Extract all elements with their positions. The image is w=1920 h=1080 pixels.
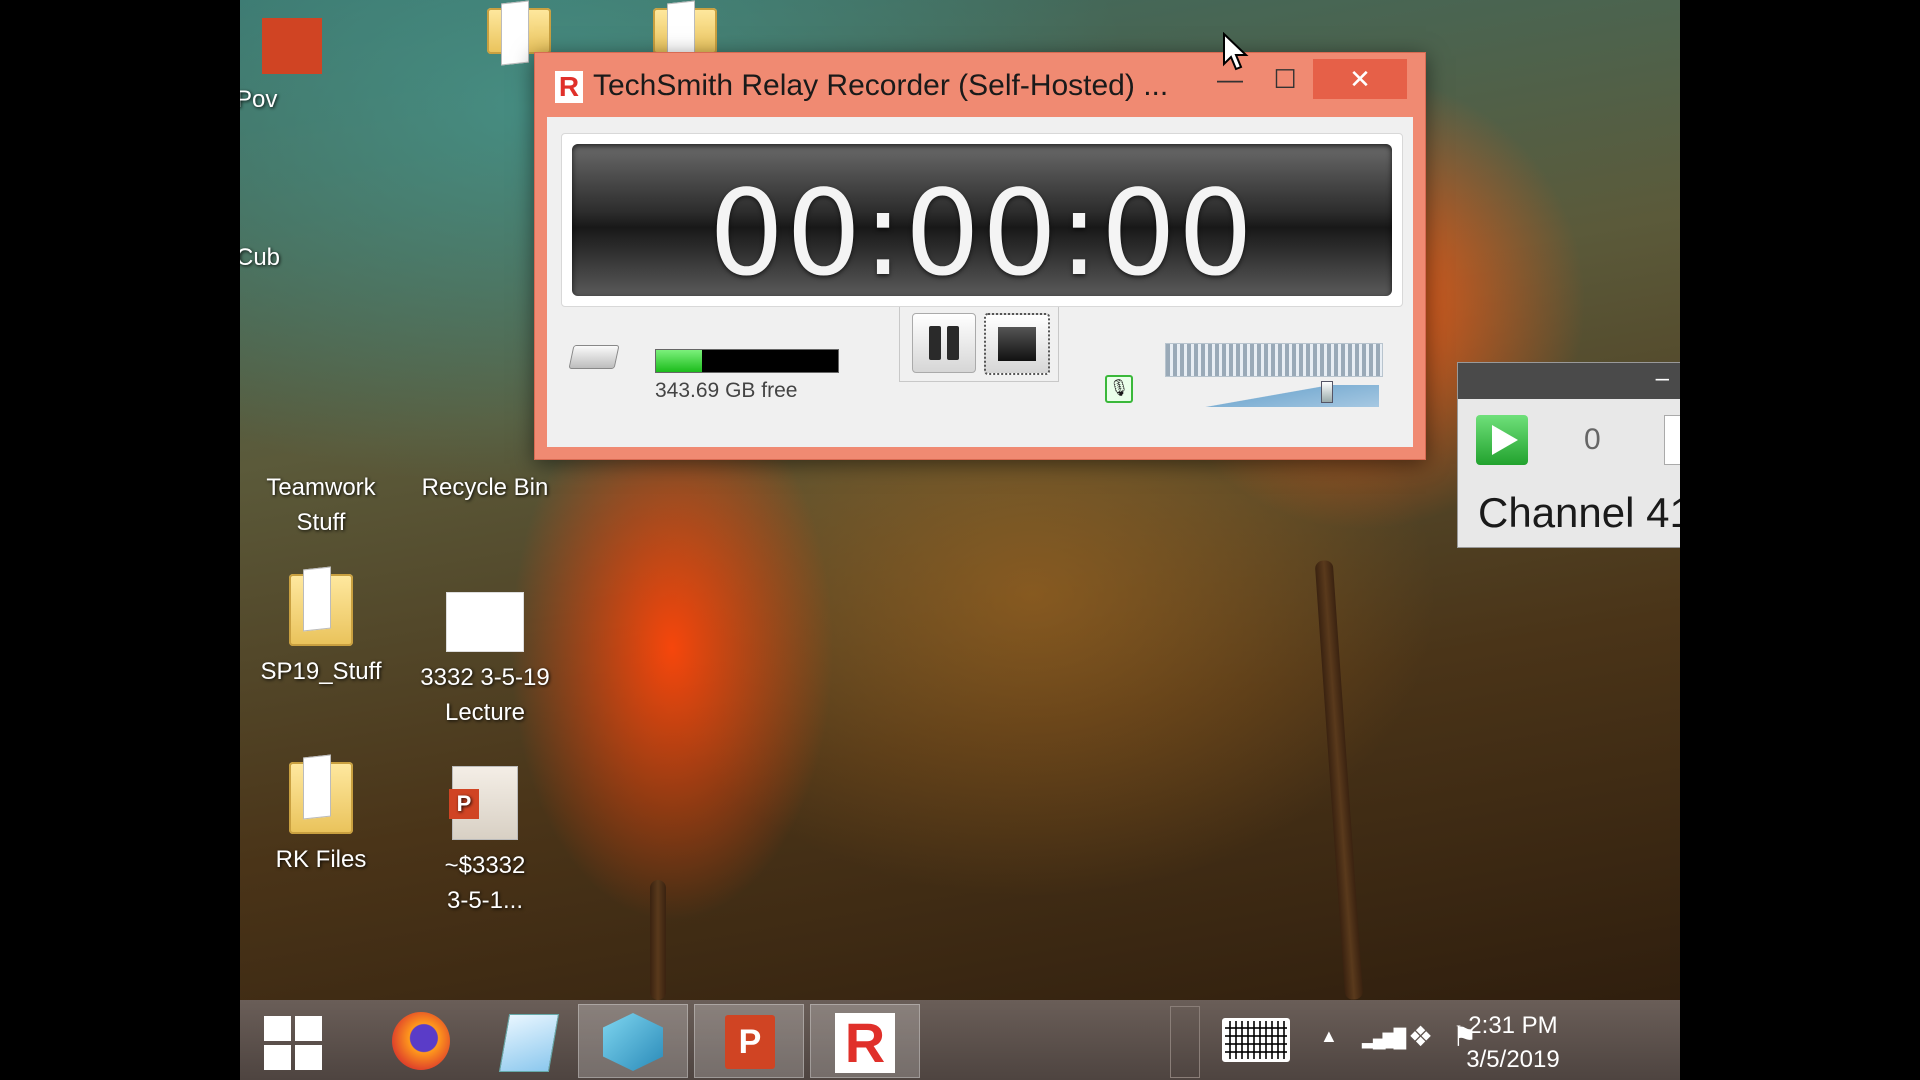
- network-signal-icon[interactable]: ▂▄▆█: [1362, 1028, 1406, 1049]
- desktop-icon-label: Cub: [240, 244, 281, 271]
- audio-level-meter: [1165, 343, 1383, 377]
- powerpoint-document-icon: [449, 766, 518, 840]
- transport-controls: [899, 307, 1059, 382]
- taskbar-firefox[interactable]: [354, 1004, 462, 1076]
- channel-name: Channel 41: [1478, 489, 1680, 536]
- folder-icon: [289, 762, 353, 834]
- taskbar-cube-app[interactable]: [578, 1004, 688, 1078]
- clock-time[interactable]: 2:31 PM: [1448, 1012, 1578, 1040]
- start-button[interactable]: [240, 1004, 348, 1076]
- volume-slider[interactable]: [1167, 381, 1379, 407]
- taskbar-powerpoint[interactable]: P: [694, 1004, 804, 1078]
- play-icon[interactable]: [1476, 415, 1528, 465]
- desktop-icon-label: ~$3332 3-5-1...: [444, 852, 526, 914]
- timer-panel: 00:00:00: [561, 133, 1403, 307]
- channel-side-button[interactable]: [1664, 415, 1680, 465]
- dropbox-icon[interactable]: ❖: [1408, 1020, 1433, 1053]
- desktop-icon-recycle-bin[interactable]: Recycle Bin: [410, 470, 560, 505]
- notes-icon: [498, 1014, 560, 1072]
- desktop-icon-sp19-stuff[interactable]: SP19_Stuff: [246, 574, 396, 689]
- cube-icon: [603, 1013, 663, 1071]
- relay-logo-icon: R: [555, 71, 583, 103]
- folder-icon: [289, 574, 353, 646]
- title-bar[interactable]: R TechSmith Relay Recorder (Self-Hosted)…: [535, 53, 1425, 117]
- folder-icon: [653, 8, 717, 54]
- relay-recorder-window: R TechSmith Relay Recorder (Self-Hosted)…: [534, 52, 1426, 460]
- powerpoint-icon: P: [725, 1015, 775, 1069]
- disk-space-bar: [655, 349, 839, 373]
- stop-button[interactable]: [984, 313, 1050, 375]
- desktop-icon-powerpoint[interactable]: Pov: [240, 18, 326, 117]
- maximize-button[interactable]: ☐: [1257, 59, 1313, 99]
- show-hidden-icons-arrow[interactable]: ▲: [1320, 1026, 1338, 1047]
- windows-start-icon: [264, 1016, 324, 1072]
- powerpoint-icon: [262, 18, 322, 74]
- desktop-icon-label: 3332 3-5-19 Lecture: [420, 664, 550, 726]
- window-title: TechSmith Relay Recorder (Self-Hosted) .…: [593, 69, 1169, 102]
- recorder-body: 00:00:00 343.69 GB free 🎙: [547, 117, 1413, 447]
- desktop-icon-label: Recycle Bin: [421, 474, 549, 501]
- clock-date[interactable]: 3/5/2019: [1448, 1046, 1578, 1074]
- pause-button[interactable]: [912, 313, 976, 373]
- desktop-icon-teamwork-stuff[interactable]: Teamwork Stuff: [246, 470, 396, 540]
- touch-keyboard-icon[interactable]: [1222, 1018, 1290, 1062]
- desktop-icon-lecture[interactable]: 3332 3-5-19 Lecture: [410, 584, 560, 730]
- tulip-stem: [650, 880, 666, 1000]
- desktop-icon-cub[interactable]: Cub: [240, 240, 296, 275]
- channel-minimize-button[interactable]: –: [1656, 365, 1669, 393]
- desktop-icon-label: Teamwork Stuff: [266, 474, 376, 536]
- taskbar-scroll[interactable]: [1170, 1006, 1200, 1078]
- disk-space-fill: [656, 350, 702, 372]
- folder-icon: [487, 8, 551, 54]
- desktop-icon-label: SP19_Stuff: [260, 658, 382, 685]
- close-button[interactable]: ✕: [1313, 59, 1407, 99]
- desktop: Pov Cub Teamwork Stuff Recycle Bin SP19_…: [240, 0, 1680, 1080]
- blank-document-icon: [446, 592, 524, 652]
- relay-recorder-icon: R: [835, 1013, 895, 1073]
- taskbar-notes[interactable]: [468, 1004, 576, 1076]
- taskbar: P R ▲ ▂▄▆█ ❖ ⚑ 2:31 PM 3/5/2019: [240, 1000, 1680, 1080]
- desktop-icon-ppt-temp[interactable]: ~$3332 3-5-1...: [410, 766, 560, 918]
- hard-drive-icon: [568, 345, 620, 369]
- desktop-icon-label: RK Files: [275, 846, 367, 873]
- taskbar-relay-recorder[interactable]: R: [810, 1004, 920, 1078]
- disk-free-label: 343.69 GB free: [655, 379, 798, 402]
- channel-widget-titlebar[interactable]: –: [1458, 363, 1680, 399]
- volume-slider-thumb[interactable]: [1321, 381, 1333, 403]
- tulip-stem: [1314, 559, 1364, 1001]
- desktop-icon-rk-files[interactable]: RK Files: [246, 762, 396, 877]
- desktop-icon-label: Pov: [240, 86, 278, 113]
- timer-display: 00:00:00: [572, 144, 1392, 302]
- elapsed-time: 00:00:00: [709, 164, 1255, 302]
- channel-widget: – 0 Channel 41: [1457, 362, 1680, 548]
- channel-count: 0: [1584, 423, 1601, 456]
- microphone-icon[interactable]: 🎙: [1105, 375, 1133, 403]
- firefox-icon: [392, 1012, 450, 1070]
